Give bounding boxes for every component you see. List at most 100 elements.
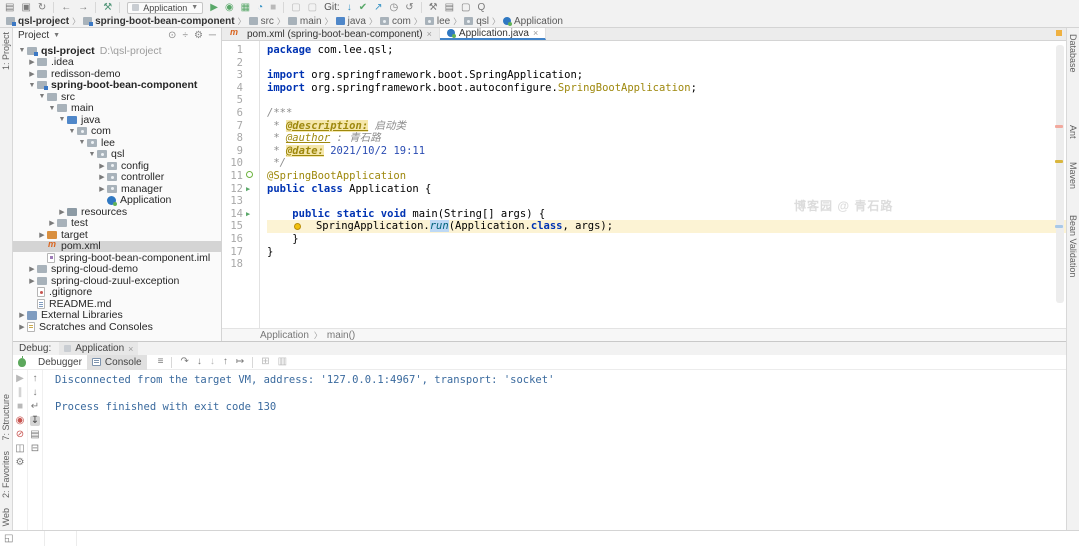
tree-item-com[interactable]: ▼ com — [13, 125, 221, 137]
replace-icon[interactable]: ▢ — [308, 2, 317, 13]
chevron-collapsed-icon[interactable]: ▶ — [27, 265, 37, 273]
evaluate-expression-icon[interactable]: ⊞ — [261, 357, 269, 367]
open-icon[interactable]: ▤ — [5, 2, 14, 13]
chevron-expanded-icon[interactable]: ▼ — [27, 82, 37, 89]
thread-dump-icon[interactable]: ◫ — [15, 444, 24, 454]
hide-icon[interactable]: ─ — [209, 30, 216, 41]
run-to-cursor-icon[interactable]: ↦ — [236, 357, 244, 367]
tree-item-config[interactable]: ▶ config — [13, 160, 221, 172]
breadcrumb-item-qsl[interactable]: qsl — [464, 16, 489, 27]
chevron-collapsed-icon[interactable]: ▶ — [37, 231, 47, 239]
chevron-collapsed-icon[interactable]: ▶ — [17, 323, 27, 331]
chevron-collapsed-icon[interactable]: ▶ — [27, 70, 37, 78]
tree-item-.gitignore[interactable]: .gitignore — [13, 286, 221, 298]
back-icon[interactable]: ← — [61, 2, 71, 13]
tree-item-qsl[interactable]: ▼ qsl — [13, 148, 221, 160]
run-icon[interactable]: ▶ — [210, 2, 218, 13]
soft-wrap-icon[interactable]: ↵ — [31, 402, 39, 412]
step-over-icon[interactable]: ↷ — [180, 357, 188, 367]
tree-item-test[interactable]: ▶ test — [13, 217, 221, 229]
scrollbar-thumb[interactable] — [1056, 45, 1064, 303]
down-stack-icon[interactable]: ↓ — [33, 388, 38, 398]
git-push-icon[interactable]: ↗ — [374, 2, 382, 13]
run-main-icon[interactable]: ▶ — [246, 210, 250, 218]
mute-breakpoints-icon[interactable]: ⊘ — [16, 430, 24, 440]
tree-item-Scratches and Consoles[interactable]: ▶ Scratches and Consoles — [13, 321, 221, 333]
git-commit-icon[interactable]: ✔ — [359, 2, 367, 13]
wrench-icon[interactable]: ⚒ — [429, 2, 438, 13]
stripe-mark[interactable] — [1055, 160, 1063, 163]
tree-item-redisson-demo[interactable]: ▶ redisson-demo — [13, 68, 221, 80]
chevron-collapsed-icon[interactable]: ▶ — [57, 208, 67, 216]
spring-bean-icon[interactable] — [246, 170, 253, 178]
debug-icon[interactable]: ◉ — [225, 2, 234, 13]
chevron-expanded-icon[interactable]: ▼ — [57, 116, 67, 123]
code-editor[interactable]: package com.lee.qsl; import org.springfra… — [260, 41, 1066, 328]
editor-tab-pom.xml (spring-boot-bean-component)[interactable]: pom.xml (spring-boot-bean-component) × — [222, 27, 440, 40]
warnings-indicator[interactable] — [1056, 30, 1062, 36]
console-output[interactable]: Disconnected from the target VM, address… — [43, 370, 1066, 530]
debug-session-tab[interactable]: Application × — [59, 342, 139, 355]
tree-item-External Libraries[interactable]: ▶ External Libraries — [13, 309, 221, 321]
breadcrumb-method[interactable]: main() — [327, 330, 355, 341]
history-icon[interactable]: ◷ — [389, 2, 398, 13]
tree-item-Application[interactable]: Application — [13, 194, 221, 206]
clear-all-icon[interactable]: ⊟ — [31, 444, 39, 454]
stop-icon[interactable]: ■ — [17, 402, 23, 412]
chevron-collapsed-icon[interactable]: ▶ — [97, 173, 107, 181]
tree-item-target[interactable]: ▶ target — [13, 229, 221, 241]
chevron-down-icon[interactable]: ▼ — [53, 32, 60, 39]
locate-icon[interactable]: ⊙ — [168, 30, 176, 41]
breadcrumb-class[interactable]: Application — [260, 330, 309, 341]
scroll-to-end-icon[interactable]: ↧ — [29, 416, 41, 426]
tree-item-spring-cloud-demo[interactable]: ▶ spring-cloud-demo — [13, 263, 221, 275]
sync-icon[interactable]: ↻ — [38, 2, 46, 13]
chevron-collapsed-icon[interactable]: ▶ — [27, 58, 37, 66]
intention-bulb-icon[interactable] — [294, 222, 302, 230]
chevron-expanded-icon[interactable]: ▼ — [67, 128, 77, 135]
spring-gutter-icon[interactable] — [246, 170, 259, 183]
toolwindow-button-Ant[interactable]: Ant — [1068, 125, 1078, 139]
close-icon[interactable]: × — [128, 344, 133, 354]
rollback-icon[interactable]: ↺ — [405, 2, 413, 13]
tree-item-qsl-project[interactable]: ▼ qsl-project D:\qsl-project — [13, 45, 221, 57]
project-panel-title[interactable]: Project — [18, 30, 49, 41]
chevron-collapsed-icon[interactable]: ▶ — [27, 277, 37, 285]
force-step-into-icon[interactable]: ↓ — [210, 357, 215, 367]
breadcrumb-item-qsl-project[interactable]: qsl-project — [6, 16, 69, 27]
trace-icon[interactable]: ▥ — [278, 357, 287, 367]
tree-item-java[interactable]: ▼ java — [13, 114, 221, 126]
tree-item-manager[interactable]: ▶ manager — [13, 183, 221, 195]
profiler-icon[interactable]: ◔ — [257, 2, 263, 13]
toolwindows-icon[interactable]: ▤ — [445, 2, 454, 13]
settings-icon[interactable]: ⚙ — [194, 30, 203, 41]
pause-icon[interactable]: ∥ — [18, 388, 23, 398]
toolwindow-button-7: Structure[interactable]: 7: Structure — [1, 394, 11, 441]
tree-item-controller[interactable]: ▶ controller — [13, 171, 221, 183]
chevron-expanded-icon[interactable]: ▼ — [87, 151, 97, 158]
error-stripe[interactable] — [1053, 41, 1066, 328]
editor-tab-Application.java[interactable]: Application.java × — [439, 28, 547, 40]
chevron-collapsed-icon[interactable]: ▶ — [97, 162, 107, 170]
editor-body[interactable]: 1 2 3 4 5 6 7 8 9 10 11 12 ▶ 13 14 ▶ 15 16 17 18 package co… — [222, 41, 1066, 328]
breadcrumb-item-spring-boot-bean-component[interactable]: spring-boot-bean-component — [83, 16, 235, 27]
tree-item-spring-cloud-zuul-exception[interactable]: ▶ spring-cloud-zuul-exception — [13, 275, 221, 287]
save-icon[interactable]: ▣ — [21, 2, 30, 13]
step-out-icon[interactable]: ↑ — [223, 357, 228, 367]
run-gutter-icon[interactable]: ▶ — [246, 208, 259, 221]
toolwindow-button-2: Favorites[interactable]: 2: Favorites — [1, 451, 11, 498]
close-icon[interactable]: × — [533, 28, 538, 38]
toolwindow-button-1: Project[interactable]: 1: Project — [1, 32, 11, 70]
chevron-collapsed-icon[interactable]: ▶ — [97, 185, 107, 193]
editor-gutter[interactable]: 1 2 3 4 5 6 7 8 9 10 11 12 ▶ 13 14 ▶ 15 16 17 18 — [222, 41, 260, 328]
run-class-icon[interactable]: ▶ — [246, 185, 250, 193]
close-icon[interactable]: × — [427, 29, 432, 39]
toolwindow-switcher-icon[interactable]: ◱ — [4, 533, 13, 544]
stop-icon[interactable]: ■ — [270, 2, 276, 13]
toolwindow-button-Web[interactable]: Web — [1, 508, 11, 526]
breadcrumb-item-src[interactable]: src — [248, 16, 274, 27]
breadcrumb-item-java[interactable]: java — [335, 16, 366, 27]
forward-icon[interactable]: → — [78, 2, 88, 13]
collapse-all-icon[interactable]: ÷ — [182, 30, 188, 41]
breadcrumb-item-lee[interactable]: lee — [424, 16, 450, 27]
